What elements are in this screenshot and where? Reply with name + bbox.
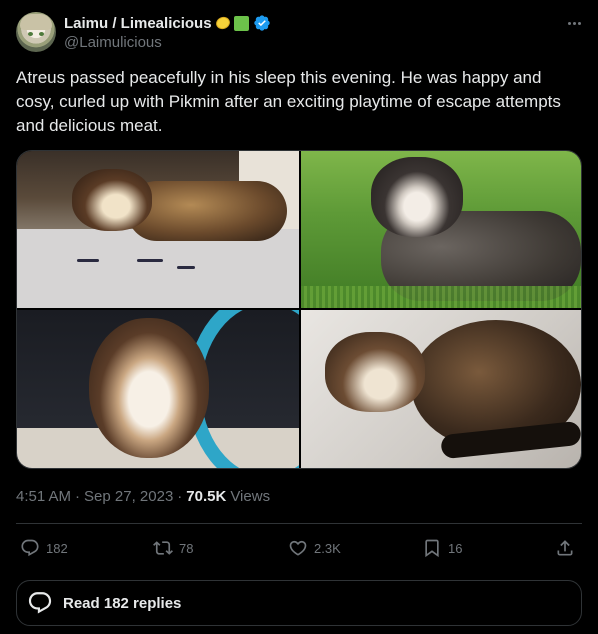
action-bar: 182 78 2.3K 16 (16, 532, 582, 564)
verified-badge-icon[interactable] (253, 14, 271, 32)
bookmark-icon (425, 539, 439, 558)
views-label: Views (230, 488, 271, 505)
author-avatar[interactable] (16, 12, 56, 52)
repost-button[interactable]: 78 (153, 532, 193, 564)
ferret-on-cushion-photo[interactable] (17, 151, 299, 308)
reply-bubble-icon (28, 592, 52, 614)
post: Laimu / Limealicious @Laimulicious Atreu… (0, 0, 598, 634)
ferret-head (325, 332, 425, 412)
ferret-head (72, 169, 152, 231)
lemon-emoji-icon (213, 14, 232, 32)
read-replies-button[interactable]: Read 182 replies (16, 580, 582, 626)
cushion-pattern (177, 266, 195, 269)
avatar-eye-right (39, 32, 44, 36)
read-replies-label: Read 182 replies (63, 594, 182, 612)
ferret-in-tunnel-photo[interactable] (17, 310, 299, 468)
photo-grass (301, 286, 581, 308)
ferret-head (89, 318, 209, 458)
author-name-row: Laimu / Limealicious (64, 13, 271, 33)
heart-icon (289, 540, 307, 556)
author-handle[interactable]: @Laimulicious (64, 34, 162, 51)
sleeping-ferret-photo[interactable] (301, 310, 581, 468)
avatar-eye-left (28, 32, 33, 36)
more-dot (572, 21, 576, 25)
reply-button[interactable]: 182 (20, 532, 68, 564)
ferret-head (371, 157, 463, 237)
like-count: 2.3K (314, 540, 341, 556)
post-text: Atreus passed peacefully in his sleep th… (16, 68, 561, 135)
share-button[interactable] (555, 532, 575, 564)
post-date[interactable]: Sep 27, 2023 (84, 488, 173, 505)
media-grid (16, 150, 582, 469)
share-icon (557, 540, 573, 556)
more-options-icon[interactable] (564, 14, 584, 32)
author-display-name[interactable]: Laimu / Limealicious (64, 15, 212, 32)
repost-count: 78 (179, 540, 194, 556)
cushion-pattern (137, 259, 163, 262)
bookmark-count: 16 (448, 540, 463, 556)
ferret-in-grass-photo[interactable] (301, 151, 581, 308)
avatar-hair (20, 14, 52, 30)
repost-icon (153, 541, 173, 555)
views-count: 70.5K (186, 488, 227, 505)
green-square-emoji-icon (233, 15, 249, 31)
like-button[interactable]: 2.3K (288, 532, 341, 564)
reply-icon (21, 539, 39, 557)
reply-count: 182 (46, 540, 68, 556)
post-meta: 4:51 AM · Sep 27, 2023 · 70.5K Views (16, 488, 270, 505)
bookmark-button[interactable]: 16 (422, 532, 462, 564)
meta-separator: · (75, 488, 81, 505)
meta-separator: · (177, 488, 183, 505)
post-time[interactable]: 4:51 AM (16, 488, 71, 505)
more-dot (567, 21, 571, 25)
divider (16, 523, 582, 524)
more-dot (577, 21, 581, 25)
cushion-pattern (77, 259, 99, 262)
